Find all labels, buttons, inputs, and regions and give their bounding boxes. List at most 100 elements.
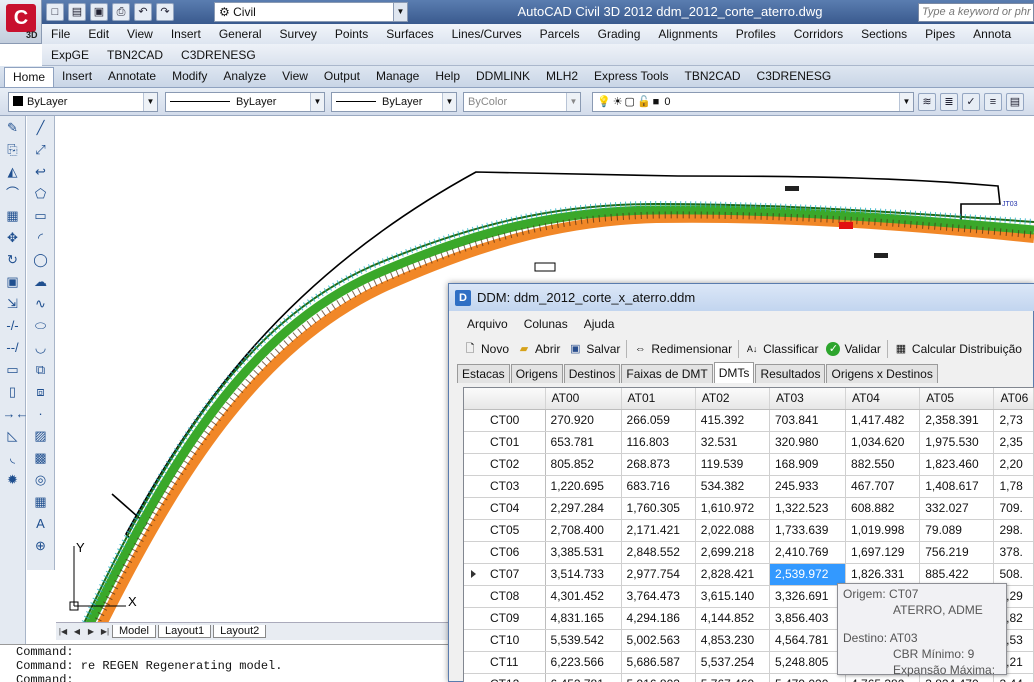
table-cell[interactable]: 270.920 bbox=[545, 409, 622, 432]
workspace-selector[interactable]: ⚙ Civil ▼ bbox=[214, 2, 408, 22]
table-cell[interactable]: 5,686.587 bbox=[621, 651, 696, 674]
menu-item-surfaces[interactable]: Surfaces bbox=[377, 27, 442, 41]
table-cell[interactable]: 1,019.998 bbox=[845, 519, 921, 542]
rotate-icon[interactable]: ↻ bbox=[3, 250, 23, 270]
tab-resultados[interactable]: Resultados bbox=[755, 364, 826, 383]
prev-tab-icon[interactable]: ◀ bbox=[70, 627, 84, 636]
novo-button[interactable]: 🗋 Novo bbox=[459, 338, 513, 360]
table-cell[interactable]: 2,358.391 bbox=[919, 409, 995, 432]
table-cell[interactable]: 756.219 bbox=[919, 541, 995, 564]
row-header[interactable]: CT07 bbox=[464, 563, 546, 586]
table-cell[interactable]: 266.059 bbox=[621, 409, 696, 432]
table-cell[interactable]: 268.873 bbox=[621, 453, 696, 476]
table-cell[interactable]: 2,73 bbox=[993, 409, 1034, 432]
ribbon-tab-mlh2[interactable]: MLH2 bbox=[538, 67, 586, 87]
menu-item-insert[interactable]: Insert bbox=[162, 27, 210, 41]
ellipse-icon[interactable]: ⬭ bbox=[31, 316, 51, 336]
ribbon-tab-c3drenesg[interactable]: C3DRENESG bbox=[749, 67, 840, 87]
row-header[interactable]: CT08 bbox=[464, 585, 546, 608]
menu-item-corridors[interactable]: Corridors bbox=[785, 27, 852, 41]
application-menu-button[interactable]: C 3D bbox=[0, 0, 42, 44]
column-header-at02[interactable]: AT02 bbox=[695, 388, 771, 410]
column-header-at06[interactable]: AT06 bbox=[993, 388, 1034, 410]
extend-icon[interactable]: --/ bbox=[3, 338, 23, 358]
make-block-icon[interactable]: ⧈ bbox=[31, 382, 51, 402]
ribbon-tab-express-tools[interactable]: Express Tools bbox=[586, 67, 676, 87]
table-row[interactable]: CT02 805.852 268.873 119.539 168.909 882.550 1… bbox=[464, 453, 1034, 476]
salvar-button[interactable]: ▣ Salvar bbox=[564, 338, 624, 360]
explode-icon[interactable]: ✹ bbox=[3, 470, 23, 490]
add-selected-icon[interactable]: ⊕ bbox=[31, 536, 51, 556]
row-header[interactable]: CT10 bbox=[464, 629, 546, 652]
gradient-icon[interactable]: ▩ bbox=[31, 448, 51, 468]
color-combo[interactable]: ByLayer ▼ bbox=[8, 92, 158, 112]
ribbon-tab-insert[interactable]: Insert bbox=[54, 67, 100, 87]
table-icon[interactable]: ▦ bbox=[31, 492, 51, 512]
table-cell[interactable]: 5,537.254 bbox=[695, 651, 771, 674]
row-header[interactable]: CT05 bbox=[464, 519, 546, 542]
row-header[interactable]: CT04 bbox=[464, 497, 546, 520]
plotstyle-combo[interactable]: ByColor ▼ bbox=[463, 92, 581, 112]
construction-line-icon[interactable]: ⤢ bbox=[31, 140, 51, 160]
stretch-icon[interactable]: ⇲ bbox=[3, 294, 23, 314]
table-cell[interactable]: 3,385.531 bbox=[545, 541, 622, 564]
open-folder-icon[interactable]: ▤ bbox=[68, 3, 86, 21]
table-cell[interactable]: 320.980 bbox=[769, 431, 847, 454]
menu-item-pipes[interactable]: Pipes bbox=[916, 27, 964, 41]
next-tab-icon[interactable]: ▶ bbox=[84, 627, 98, 636]
table-cell[interactable]: 116.803 bbox=[621, 431, 696, 454]
join-icon[interactable]: →← bbox=[3, 404, 29, 424]
offset-icon[interactable]: ⌒ bbox=[3, 184, 23, 204]
ribbon-tab-analyze[interactable]: Analyze bbox=[215, 67, 274, 87]
table-cell[interactable]: 378. bbox=[993, 541, 1034, 564]
table-cell[interactable]: 508. bbox=[993, 563, 1034, 586]
menu-item-file[interactable]: File bbox=[42, 27, 79, 41]
table-cell[interactable]: 5,248.805 bbox=[769, 651, 847, 674]
table-cell[interactable]: 2,977.754 bbox=[621, 563, 696, 586]
table-cell[interactable]: 5,539.542 bbox=[545, 629, 622, 652]
table-cell[interactable]: 32.531 bbox=[695, 431, 771, 454]
table-cell[interactable]: 2,539.972 bbox=[769, 563, 847, 586]
ribbon-tab-ddmlink[interactable]: DDMLINK bbox=[468, 67, 538, 87]
hatch-icon[interactable]: ▨ bbox=[31, 426, 51, 446]
table-cell[interactable]: 3,514.733 bbox=[545, 563, 622, 586]
break-icon[interactable]: ▭ bbox=[3, 360, 23, 380]
table-cell[interactable]: 415.392 bbox=[695, 409, 771, 432]
undo-icon[interactable]: ↶ bbox=[134, 3, 152, 21]
make-current-icon[interactable]: ✓ bbox=[962, 93, 980, 111]
table-cell[interactable]: 1,034.620 bbox=[845, 431, 921, 454]
layer-combo[interactable]: 💡☀▢🔓■ 0 ▼ bbox=[592, 92, 914, 112]
table-cell[interactable]: 4,853.230 bbox=[695, 629, 771, 652]
table-cell[interactable]: 1,408.617 bbox=[919, 475, 995, 498]
menu-item-view[interactable]: View bbox=[118, 27, 162, 41]
first-tab-icon[interactable]: |◀ bbox=[56, 627, 70, 636]
table-cell[interactable]: 5,002.563 bbox=[621, 629, 696, 652]
table-cell[interactable]: 168.909 bbox=[769, 453, 847, 476]
menu-item-lines-curves[interactable]: Lines/Curves bbox=[443, 27, 531, 41]
table-cell[interactable]: 1,733.639 bbox=[769, 519, 847, 542]
menu-item-survey[interactable]: Survey bbox=[271, 27, 326, 41]
row-header[interactable]: CT00 bbox=[464, 409, 546, 432]
table-cell[interactable]: 534.382 bbox=[695, 475, 771, 498]
revcloud-icon[interactable]: ☁ bbox=[31, 272, 51, 292]
column-header-at00[interactable]: AT00 bbox=[545, 388, 622, 410]
new-file-icon[interactable]: □ bbox=[46, 3, 64, 21]
ellipse-arc-icon[interactable]: ◡ bbox=[31, 338, 51, 358]
lineweight-combo[interactable]: ByLayer ▼ bbox=[331, 92, 457, 112]
table-cell[interactable]: 709. bbox=[993, 497, 1034, 520]
table-row[interactable]: CT05 2,708.400 2,171.421 2,022.088 1,733.639… bbox=[464, 519, 1034, 542]
table-cell[interactable]: 2,20 bbox=[993, 453, 1034, 476]
table-cell[interactable]: 4,301.452 bbox=[545, 585, 622, 608]
polyline-icon[interactable]: ↩ bbox=[31, 162, 51, 182]
table-cell[interactable]: 1,417.482 bbox=[845, 409, 921, 432]
menu-item-points[interactable]: Points bbox=[326, 27, 377, 41]
calcular-distribuicao-button[interactable]: ▦ Calcular Distribuição bbox=[890, 338, 1026, 360]
table-cell[interactable]: 2,708.400 bbox=[545, 519, 622, 542]
table-cell[interactable]: 3,326.691 bbox=[769, 585, 847, 608]
row-header[interactable]: CT09 bbox=[464, 607, 546, 630]
save-icon[interactable]: ▣ bbox=[90, 3, 108, 21]
scale-icon[interactable]: ▣ bbox=[3, 272, 23, 292]
ribbon-tab-home[interactable]: Home bbox=[4, 67, 55, 87]
menu-item-c3drenesg[interactable]: C3DRENESG bbox=[172, 48, 265, 62]
table-cell[interactable]: 3,856.403 bbox=[769, 607, 847, 630]
